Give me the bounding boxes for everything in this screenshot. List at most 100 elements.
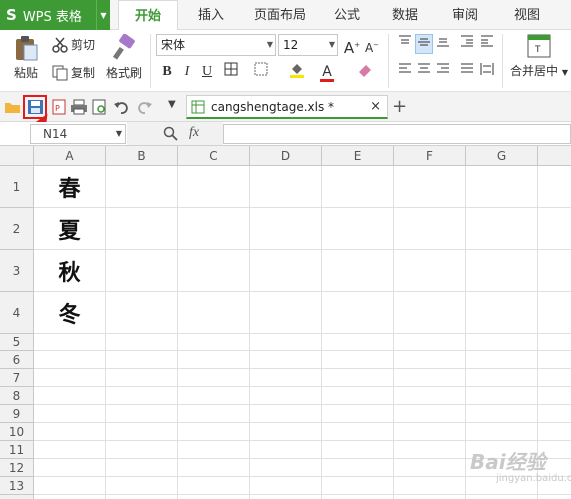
print-preview-icon[interactable] — [91, 99, 109, 115]
row-header[interactable]: 12 — [0, 459, 34, 477]
document-tab[interactable]: cangshengtage.xls * × — [186, 95, 388, 119]
wps-logo-icon: S — [6, 6, 17, 24]
save-icon[interactable] — [27, 99, 45, 115]
cut-button[interactable]: 剪切 — [52, 36, 95, 53]
font-color-button[interactable]: A — [318, 62, 336, 82]
row-header[interactable]: 3 — [0, 250, 34, 292]
shrink-font-button[interactable]: A− — [363, 35, 381, 55]
justify-button[interactable] — [458, 62, 476, 82]
close-tab-icon[interactable]: × — [370, 99, 381, 114]
svg-text:T: T — [534, 45, 541, 55]
zoom-search-icon[interactable] — [163, 126, 179, 142]
tab-data[interactable]: 数据 — [380, 0, 430, 30]
borders-button[interactable] — [222, 62, 240, 82]
font-name-select[interactable]: 宋体 ▼ — [156, 34, 276, 56]
cell-A3[interactable]: 秋 — [34, 250, 106, 292]
chevron-down-icon: ▼ — [561, 68, 568, 77]
row-header[interactable] — [0, 495, 34, 499]
align-top-button[interactable] — [396, 34, 414, 54]
font-color-label: A — [322, 64, 332, 80]
column-header[interactable]: D — [250, 146, 322, 166]
fill-pattern-button[interactable] — [252, 62, 270, 82]
tab-home[interactable]: 开始 — [118, 0, 178, 31]
indent-icon — [481, 35, 493, 47]
cell-A1[interactable]: 春 — [34, 166, 106, 208]
format-painter-button[interactable]: 格式刷 — [104, 34, 144, 81]
ribbon-divider — [388, 34, 389, 88]
merge-center-button[interactable]: T 合并居中 ▼ — [510, 34, 568, 79]
column-header[interactable]: G — [466, 146, 538, 166]
row-header[interactable]: 9 — [0, 405, 34, 423]
fill-color-button[interactable] — [288, 62, 306, 82]
row-header[interactable]: 8 — [0, 387, 34, 405]
undo-icon[interactable] — [113, 99, 131, 115]
eraser-icon — [359, 65, 371, 77]
column-header[interactable]: B — [106, 146, 178, 166]
paste-button[interactable]: 粘贴 — [8, 34, 44, 81]
export-pdf-icon[interactable]: P — [50, 99, 68, 115]
chevron-down-icon: ▼ — [328, 40, 335, 49]
copy-button[interactable]: 复制 — [52, 64, 95, 81]
clear-format-button[interactable] — [356, 62, 374, 82]
name-box[interactable]: N14 ▼ — [30, 124, 126, 144]
italic-button[interactable]: I — [178, 62, 196, 82]
indent-increase-button[interactable] — [478, 34, 496, 54]
column-header[interactable]: F — [394, 146, 466, 166]
tab-view[interactable]: 视图 — [502, 0, 552, 30]
tab-page-layout[interactable]: 页面布局 — [244, 0, 316, 30]
row-header[interactable]: 11 — [0, 441, 34, 459]
distributed-button[interactable] — [478, 62, 496, 82]
select-all-corner[interactable] — [0, 146, 34, 166]
align-left-button[interactable] — [396, 62, 414, 82]
align-right-button[interactable] — [434, 62, 452, 82]
align-left-icon — [399, 63, 411, 73]
watermark-sub: jingyan.baidu.com — [496, 473, 571, 484]
underline-button[interactable]: U — [198, 62, 216, 82]
customize-toolbar-chevron-icon[interactable]: ▼ — [168, 99, 176, 110]
grow-font-button[interactable]: A+ — [343, 35, 361, 57]
ribbon-divider — [150, 34, 151, 88]
column-header[interactable]: E — [322, 146, 394, 166]
tab-review[interactable]: 审阅 — [440, 0, 490, 30]
svg-text:P: P — [55, 104, 60, 113]
formula-bar: N14 ▼ fx — [0, 122, 571, 146]
row-header[interactable]: 4 — [0, 292, 34, 334]
column-header[interactable]: A — [34, 146, 106, 166]
justify-icon — [461, 63, 473, 73]
print-icon[interactable] — [70, 99, 88, 115]
align-center-button[interactable] — [415, 62, 433, 82]
cut-label: 剪切 — [71, 38, 96, 52]
column-header[interactable]: C — [178, 146, 250, 166]
cell-A2[interactable]: 夏 — [34, 208, 106, 250]
align-middle-button[interactable] — [415, 34, 433, 54]
copy-label: 复制 — [71, 66, 96, 80]
row-header[interactable]: 10 — [0, 423, 34, 441]
new-tab-button[interactable]: + — [392, 96, 407, 117]
column-header[interactable] — [538, 146, 571, 166]
copy-icon — [52, 65, 68, 80]
align-right-icon — [437, 63, 449, 73]
insert-function-button[interactable]: fx — [189, 125, 199, 141]
app-menu-caret-icon[interactable]: ▼ — [96, 0, 110, 30]
align-bottom-button[interactable] — [434, 34, 452, 54]
row-header[interactable]: 2 — [0, 208, 34, 250]
row-header[interactable]: 6 — [0, 351, 34, 369]
row-header[interactable]: 5 — [0, 334, 34, 351]
tab-formulas[interactable]: 公式 — [322, 0, 372, 30]
font-size-select[interactable]: 12 ▼ — [278, 34, 338, 56]
open-folder-icon[interactable] — [4, 99, 22, 115]
bold-button[interactable]: B — [158, 62, 176, 82]
redo-icon[interactable] — [136, 99, 154, 115]
cell-A4[interactable]: 冬 — [34, 292, 106, 334]
tab-insert[interactable]: 插入 — [186, 0, 236, 30]
watermark-text: Bai经验 — [470, 450, 546, 474]
formula-input[interactable] — [223, 124, 571, 144]
row-header[interactable]: 7 — [0, 369, 34, 387]
scissors-icon — [52, 37, 68, 53]
row-header[interactable]: 13 — [0, 477, 34, 495]
align-center-icon — [418, 63, 430, 73]
indent-decrease-button[interactable] — [458, 34, 476, 54]
app-menu-button[interactable]: S WPS 表格 ▼ — [0, 0, 110, 30]
spreadsheet-file-icon — [191, 100, 205, 114]
row-header[interactable]: 1 — [0, 166, 34, 208]
